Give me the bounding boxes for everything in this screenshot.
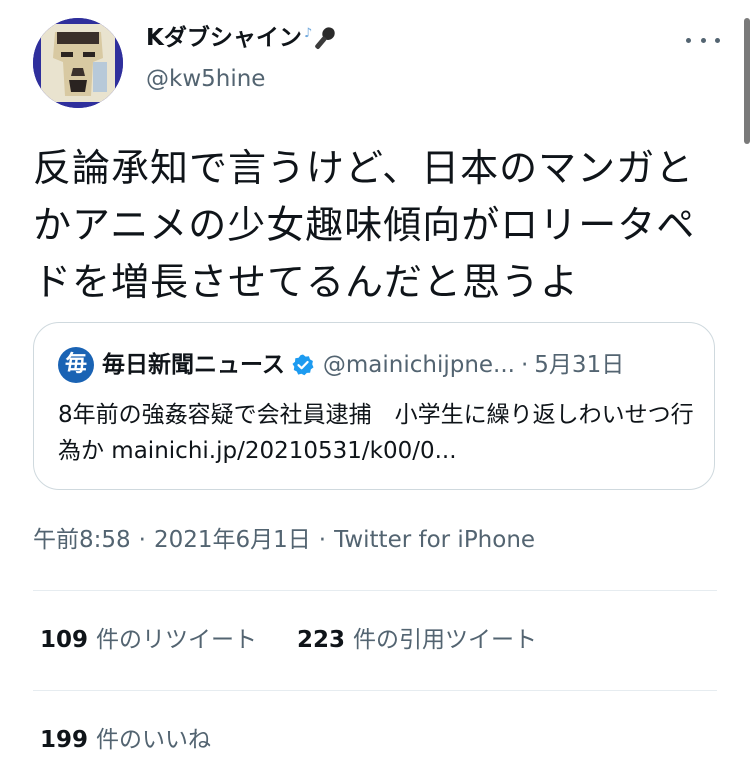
tweet-time[interactable]: 午前8:58 [33,527,131,553]
microphone-icon: ♪ [304,23,338,53]
retweets-count: 109 [40,627,89,653]
tweet-client: Twitter for iPhone [334,527,536,553]
likes-label: 件のいいね [96,727,212,753]
meta-separator-2: · [318,527,327,553]
stats-row-retweets: 109 件のリツイート 223 件の引用ツイート [40,624,577,656]
likes-count: 199 [40,727,89,753]
quoted-tweet-text: 8年前の強姦容疑で会社員逮捕 小学生に繰り返しわいせつ行為か mainichi.… [58,402,694,464]
mainichi-logo-icon: 毎 [58,347,94,383]
retweets-stat[interactable]: 109 件のリツイート [40,624,257,656]
likes-stat[interactable]: 199 件のいいね [40,724,211,756]
meta-separator-1: · [138,527,146,553]
retweets-label: 件のリツイート [96,627,258,653]
scrollbar[interactable] [744,18,750,144]
tweet-date[interactable]: 2021年6月1日 [154,527,311,553]
divider [33,590,717,591]
author-name[interactable]: Kダブシャイン [146,22,302,54]
quotes-stat[interactable]: 223 件の引用ツイート [297,624,537,656]
quoted-separator: · [520,352,529,378]
avatar[interactable] [33,18,123,108]
svg-text:♪: ♪ [304,26,312,41]
quotes-label: 件の引用ツイート [353,627,538,653]
author-name-row[interactable]: Kダブシャイン ♪ [146,22,338,54]
verified-badge-icon [291,353,315,377]
quoted-author-name: 毎日新聞ニュース [102,352,285,378]
quoted-tweet-card[interactable]: 毎 毎日新聞ニュース @mainichijpne... · 5月31日 8年前の… [33,322,715,490]
quoted-author-handle: @mainichijpne... [322,352,515,378]
author-handle[interactable]: @kw5hine [146,63,265,95]
quoted-date: 5月31日 [534,352,625,378]
more-options-icon[interactable] [686,28,720,52]
quoted-tweet-header: 毎 毎日新聞ニュース @mainichijpne... · 5月31日 [58,347,624,383]
stats-row-likes: 199 件のいいね [40,724,251,756]
tweet-meta: 午前8:58 · 2021年6月1日 · Twitter for iPhone [33,524,535,556]
tweet-text: 反論承知で言うけど、日本のマンガとかアニメの少女趣味傾向がロリータペドを増長させ… [33,146,696,304]
quotes-count: 223 [297,627,346,653]
divider [33,690,717,691]
